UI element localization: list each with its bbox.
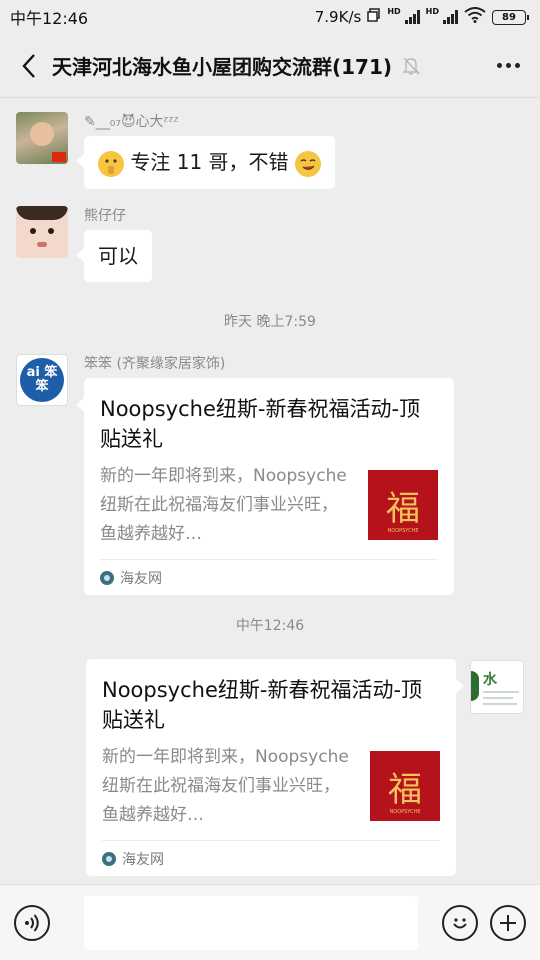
- message-item: ✎__₀₇😈心大ᶻᶻᶻ 专注 11 哥，不错: [16, 112, 335, 189]
- source-icon: [102, 851, 116, 866]
- chat-header: 天津河北海水鱼小屋团购交流群(171): [0, 34, 540, 98]
- message-item-self: Noopsyche纽斯-新春祝福活动-顶贴送礼 新的一年即将到来，Noopsyc…: [86, 659, 464, 876]
- signal-icon-1: [404, 10, 420, 24]
- avatar-logo: ai 笨笨: [20, 358, 64, 402]
- dot-icon: [505, 63, 511, 68]
- message-text: 可以: [98, 244, 138, 268]
- shush-face-icon: [98, 150, 124, 177]
- battery-icon: 89: [492, 9, 529, 25]
- chat-title: 天津河北海水鱼小屋团购交流群(171): [52, 55, 393, 79]
- dot-icon: [514, 63, 520, 68]
- sender-name: 熊仔仔: [84, 208, 126, 224]
- more-options-button[interactable]: [488, 46, 528, 86]
- card-description: 新的一年即将到来，Noopsyche纽斯在此祝福海友们事业兴旺，鱼越养越好…: [102, 747, 349, 825]
- signal-icon-2: [443, 10, 458, 24]
- avatar[interactable]: [16, 112, 68, 164]
- plus-icon: [500, 914, 516, 931]
- link-card[interactable]: Noopsyche纽斯-新春祝福活动-顶贴送礼 新的一年即将到来，Noopsyc…: [76, 378, 454, 595]
- bell-muted-icon: [400, 55, 422, 77]
- message-item: 熊仔仔 可以: [16, 206, 152, 282]
- input-bar: [0, 884, 540, 960]
- message-item: ai 笨笨 笨笨 (齐聚缘家居家饰) Noopsyche纽斯-新春祝福活动-顶贴…: [16, 354, 454, 595]
- chevron-left-icon: [22, 53, 35, 78]
- fu-character: 福: [388, 769, 422, 810]
- message-bubble[interactable]: 可以: [76, 230, 152, 282]
- self-avatar[interactable]: 水: [470, 660, 524, 714]
- avatar[interactable]: ai 笨笨: [16, 354, 68, 406]
- hd-label-1: HD: [387, 7, 401, 16]
- network-speed: 7.9K/s: [314, 8, 362, 26]
- source-icon: [100, 570, 114, 585]
- timestamp: 中午12:46: [235, 618, 305, 634]
- self-avatar-char: 水: [483, 672, 497, 688]
- thumbnail-watermark: NOOPSYCHE: [387, 528, 419, 534]
- timestamp: 昨天 晚上7:59: [224, 314, 316, 330]
- avatar[interactable]: [16, 206, 68, 258]
- message-text: 专注 11 哥，不错: [130, 150, 289, 174]
- message-input[interactable]: [84, 895, 418, 950]
- fu-character: 福: [386, 488, 420, 529]
- emoji-icon: [453, 917, 467, 928]
- card-title: Noopsyche纽斯-新春祝福活动-顶贴送礼: [102, 678, 423, 732]
- voice-button[interactable]: [14, 904, 50, 941]
- card-description: 新的一年即将到来，Noopsyche纽斯在此祝福海友们事业兴旺，鱼越养越好…: [100, 466, 347, 544]
- status-bar: 中午12:46 7.9K/s HD HD 89: [0, 0, 540, 34]
- thumbnail-watermark: NOOPSYCHE: [389, 809, 421, 815]
- card-title: Noopsyche纽斯-新春祝福活动-顶贴送礼: [100, 397, 421, 451]
- voice-icon: [25, 913, 39, 932]
- sender-name: ✎__₀₇😈心大ᶻᶻᶻ: [84, 114, 179, 130]
- sender-name: 笨笨 (齐聚缘家居家饰): [84, 356, 226, 372]
- card-source: 海友网: [102, 840, 440, 876]
- back-button[interactable]: [12, 46, 46, 86]
- smirk-face-icon: [294, 150, 321, 177]
- card-thumbnail: 福 NOOPSYCHE: [370, 751, 440, 821]
- source-name: 海友网: [122, 851, 164, 868]
- message-bubble[interactable]: 专注 11 哥，不错: [76, 136, 335, 189]
- more-functions-button[interactable]: [490, 904, 526, 941]
- card-source: 海友网: [100, 559, 438, 595]
- status-indicators: 7.9K/s HD HD 89: [314, 7, 529, 27]
- emoji-button[interactable]: [442, 904, 478, 941]
- sync-icon: [367, 8, 381, 26]
- wifi-icon: [464, 7, 486, 27]
- card-thumbnail: 福 NOOPSYCHE: [368, 470, 438, 540]
- dot-icon: [496, 63, 502, 68]
- hd-label-2: HD: [425, 7, 439, 16]
- link-card[interactable]: Noopsyche纽斯-新春祝福活动-顶贴送礼 新的一年即将到来，Noopsyc…: [86, 659, 464, 876]
- status-time: 中午12:46: [10, 9, 89, 28]
- source-name: 海友网: [120, 570, 162, 587]
